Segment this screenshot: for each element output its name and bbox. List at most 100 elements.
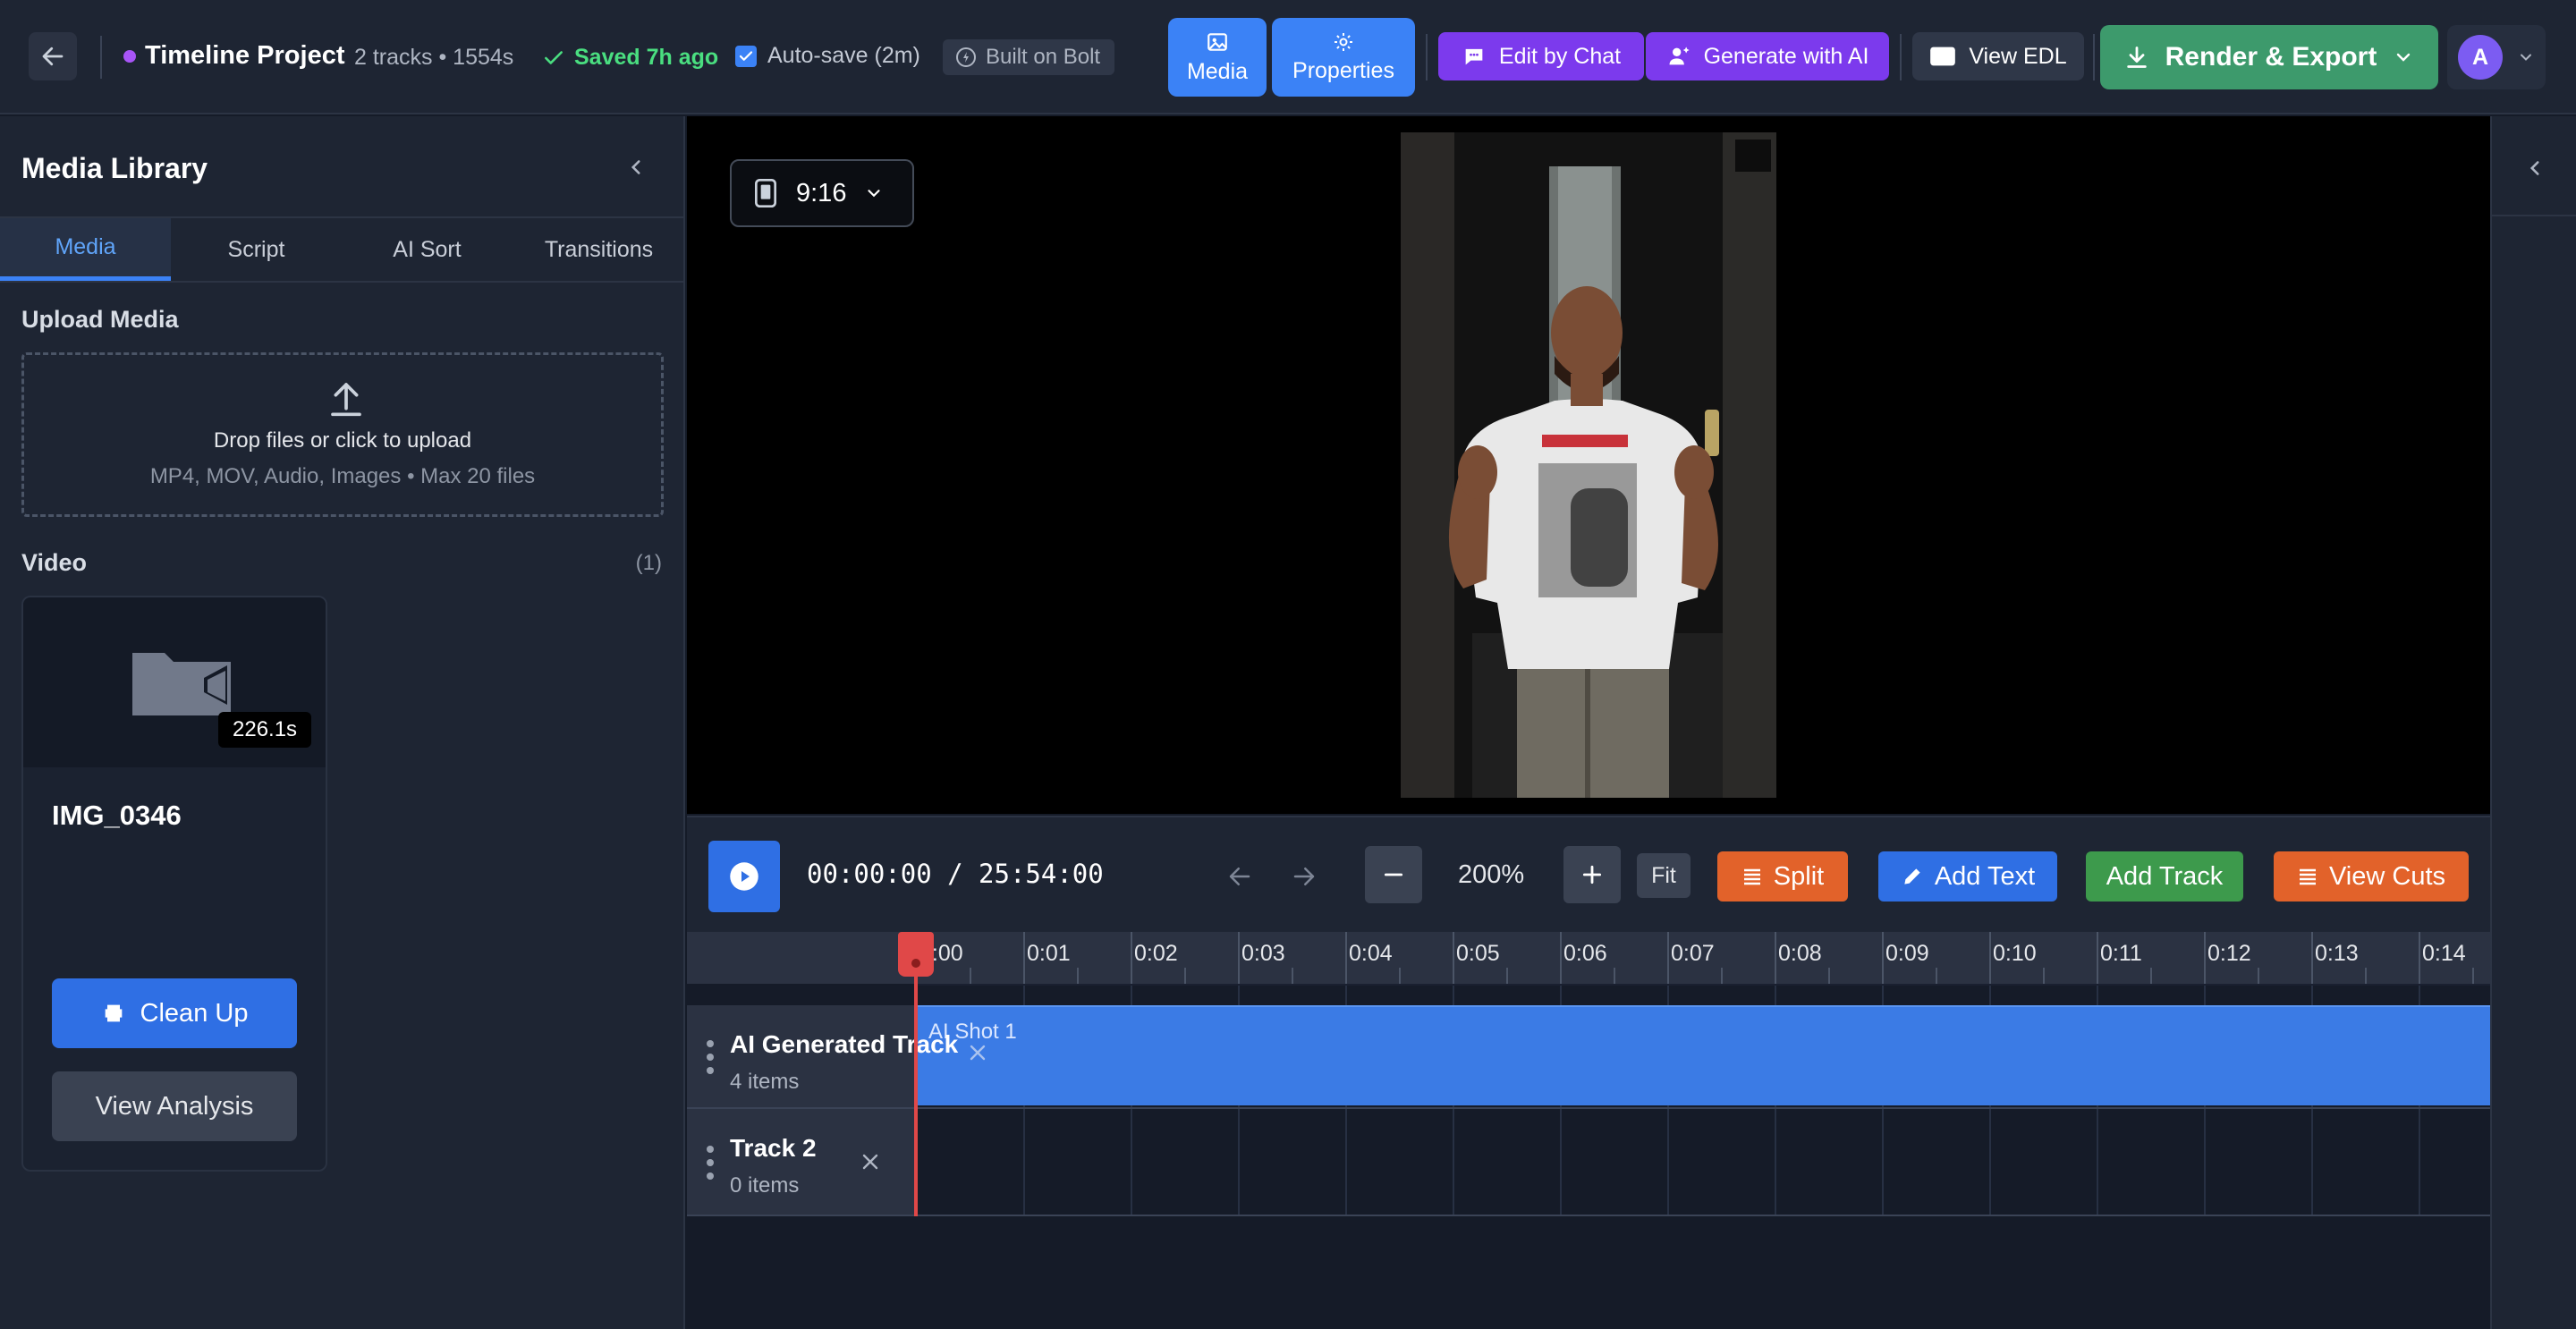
play-button[interactable]	[708, 841, 780, 912]
zoom-out-button[interactable]	[1365, 846, 1422, 903]
aspect-ratio-selector[interactable]: 9:16	[730, 159, 914, 227]
ruler-tick-label: 0:03	[1241, 941, 1285, 966]
media-name: IMG_0346	[52, 800, 182, 831]
ruler-minor-tick	[2472, 968, 2474, 984]
video-section-title: Video	[21, 549, 88, 576]
track-item-count: 0 items	[730, 1173, 800, 1198]
upload-hint: MP4, MOV, Audio, Images • Max 20 files	[149, 464, 536, 488]
checkbox-check-icon	[739, 50, 753, 61]
drag-handle-icon[interactable]	[705, 1145, 716, 1181]
chevron-down-icon	[2397, 53, 2411, 62]
ruler-tick	[1131, 932, 1132, 984]
upload-dropzone[interactable]: Drop files or click to upload MP4, MOV, …	[21, 352, 664, 517]
media-card[interactable]: 226.1s IMG_0346 Clean Up View Analysis	[21, 596, 327, 1172]
ruler-tick	[1345, 932, 1347, 984]
view-cuts-button[interactable]: View Cuts	[2274, 851, 2469, 902]
ruler-tick	[2311, 932, 2313, 984]
autosave-label: Auto-save (2m)	[767, 43, 920, 68]
film-icon	[1930, 47, 1956, 66]
media-thumbnail[interactable]: 226.1s	[23, 597, 326, 767]
project-title: Timeline Project	[145, 41, 345, 70]
autosave-checkbox[interactable]	[735, 45, 757, 67]
playback-controls: 00:00:00 / 25:54:00 200% Fit Split Add T…	[687, 816, 2490, 932]
properties-button[interactable]: Properties	[1272, 18, 1415, 97]
view-analysis-button[interactable]: View Analysis	[52, 1071, 297, 1141]
autosave-toggle[interactable]: Auto-save (2m)	[735, 43, 920, 69]
track-header[interactable]: Track 2 0 items	[687, 1109, 916, 1215]
ruler-tick-label: 0:04	[1349, 941, 1393, 966]
tab-transitions[interactable]: Transitions	[513, 218, 685, 281]
fit-button[interactable]: Fit	[1637, 853, 1690, 898]
ruler-tick	[1989, 932, 1991, 984]
tab-script[interactable]: Script	[171, 218, 342, 281]
media-button-label: Media	[1186, 58, 1249, 84]
tab-media[interactable]: Media	[0, 218, 171, 281]
project-meta: 2 tracks • 1554s	[354, 45, 514, 70]
ruler-minor-tick	[1184, 968, 1186, 984]
view-cuts-label: View Cuts	[2328, 861, 2446, 891]
properties-button-label: Properties	[1292, 57, 1394, 83]
video-preview[interactable]: 9:16	[687, 116, 2490, 814]
media-button[interactable]: Media	[1168, 18, 1267, 97]
ruler-tick-label: 0:08	[1778, 941, 1822, 966]
upload-text: Drop files or click to upload	[213, 428, 472, 453]
remove-track-button[interactable]	[855, 1147, 886, 1177]
project-status-dot	[123, 50, 136, 63]
view-edl-button[interactable]: View EDL	[1912, 32, 2084, 80]
plus-icon	[1582, 865, 1602, 885]
built-on-bolt-badge[interactable]: Built on Bolt	[943, 39, 1115, 75]
render-export-button[interactable]: Render & Export	[2100, 25, 2438, 89]
chevron-left-icon	[631, 160, 640, 174]
divider	[100, 36, 102, 79]
view-edl-label: View EDL	[1969, 43, 2067, 69]
ruler[interactable]: 0:00 0:01 0:02 0:03 0:04 0:05 0:06 0:07 0:08 0:09…	[687, 932, 2490, 984]
ruler-tick-label: 0:05	[1456, 941, 1500, 966]
ruler-minor-tick	[1936, 968, 1937, 984]
collapse-panel-button[interactable]	[621, 152, 651, 182]
track-name: Track 2	[730, 1134, 817, 1162]
ruler-tick-label: 0:13	[2315, 941, 2359, 966]
generate-with-ai-button[interactable]: Generate with AI	[1646, 32, 1889, 80]
ruler-minor-tick	[970, 968, 971, 984]
back-button[interactable]	[29, 32, 77, 80]
split-button[interactable]: Split	[1717, 851, 1848, 902]
ruler-tick	[2204, 932, 2206, 984]
remove-track-button[interactable]	[962, 1037, 993, 1068]
timeline[interactable]: 0:00 0:01 0:02 0:03 0:04 0:05 0:06 0:07 0:08 0:09…	[687, 932, 2490, 1329]
ruler-tick	[1775, 932, 1776, 984]
top-bar: Timeline Project 2 tracks • 1554s Saved …	[0, 0, 2576, 114]
ruler-tick	[1882, 932, 1884, 984]
track-item-count: 4 items	[730, 1070, 800, 1094]
add-text-button[interactable]: Add Text	[1878, 851, 2057, 902]
list-icon	[1743, 868, 1760, 885]
avatar: A	[2458, 35, 2503, 80]
drag-handle-icon[interactable]	[705, 1039, 716, 1075]
video-section-count: (1)	[635, 551, 662, 575]
ruler-minor-tick	[2150, 968, 2152, 984]
add-track-button[interactable]: Add Track	[2086, 851, 2243, 902]
edit-by-chat-label: Edit by Chat	[1498, 43, 1622, 69]
timeline-clip[interactable]: AI Shot 1	[916, 1005, 2490, 1105]
clean-up-button[interactable]: Clean Up	[52, 978, 297, 1048]
ruler-tick	[1560, 932, 1562, 984]
divider	[1426, 34, 1428, 80]
expand-right-panel-button[interactable]	[2519, 152, 2551, 184]
user-menu[interactable]: A	[2447, 25, 2546, 89]
download-icon	[2126, 47, 2147, 68]
playhead-handle[interactable]	[898, 932, 934, 977]
track-divider	[687, 1107, 2490, 1109]
track-header[interactable]: AI Generated Track 4 items	[687, 1005, 958, 1109]
divider	[2093, 34, 2095, 80]
chevron-down-icon	[868, 190, 881, 198]
ruler-tick	[1023, 932, 1025, 984]
tab-ai-sort[interactable]: AI Sort	[342, 218, 513, 281]
undo-button[interactable]	[1220, 857, 1259, 896]
ruler-tick-label: 0:06	[1563, 941, 1607, 966]
edit-by-chat-button[interactable]: Edit by Chat	[1438, 32, 1644, 80]
user-sparkle-icon	[1669, 47, 1690, 65]
ruler-tick-label: 0:12	[2207, 941, 2251, 966]
zoom-in-button[interactable]	[1563, 846, 1621, 903]
redo-button[interactable]	[1284, 857, 1324, 896]
upload-icon	[331, 383, 361, 417]
tab-bar-bottom-border	[0, 281, 685, 283]
